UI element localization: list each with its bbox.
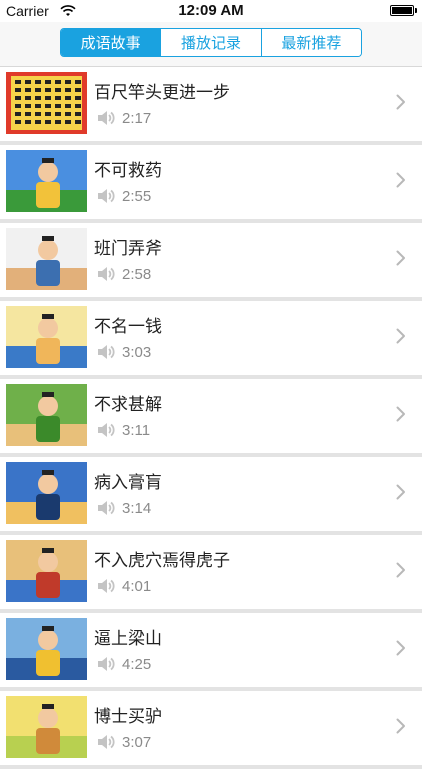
clock: 12:09 AM [178,2,244,19]
story-thumbnail [6,228,87,290]
list-item[interactable]: 博士买驴 3:07 [0,691,422,769]
story-thumbnail [6,462,87,524]
duration-group: 2:55 [96,187,151,205]
list-item[interactable]: 百尺竿头更进一步 2:17 [0,67,422,145]
chevron-right-icon[interactable] [396,484,406,500]
duration-group: 4:01 [96,577,151,595]
speaker-icon [98,267,115,281]
story-thumbnail [6,306,87,368]
chevron-right-icon[interactable] [396,562,406,578]
list-item[interactable]: 不求甚解 3:11 [0,379,422,457]
battery-nub [415,8,417,13]
story-title: 百尺竿头更进一步 [94,83,230,103]
speaker-icon [98,423,115,437]
story-duration: 4:01 [122,577,152,595]
story-title: 博士买驴 [94,707,162,727]
chevron-right-icon[interactable] [396,328,406,344]
story-title: 不求甚解 [94,395,162,415]
status-bar: Carrier 12:09 AM [0,0,422,22]
speaker-icon [98,579,115,593]
duration-group: 3:14 [96,499,151,517]
story-list: 百尺竿头更进一步 2:17 不可救药 2:55 班门弄斧 2:58 不名一钱 3:03 不求甚解… [0,67,422,769]
story-title: 病入膏肓 [94,473,162,493]
chevron-right-icon[interactable] [396,640,406,656]
chevron-right-icon[interactable] [396,406,406,422]
story-duration: 3:11 [122,421,151,439]
story-thumbnail [6,696,87,758]
duration-group: 2:58 [96,265,151,283]
list-item[interactable]: 逼上梁山 4:25 [0,613,422,691]
story-thumbnail [6,618,87,680]
tab-idiom-stories[interactable]: 成语故事 [61,29,161,56]
story-title: 班门弄斧 [94,239,162,259]
story-duration: 2:58 [122,265,152,283]
story-thumbnail [6,72,87,134]
duration-group: 2:17 [96,109,151,127]
story-duration: 2:55 [122,187,152,205]
story-title: 不名一钱 [94,317,162,337]
speaker-icon [98,501,115,515]
story-duration: 3:07 [122,733,152,751]
duration-group: 3:11 [96,421,150,439]
top-nav: 成语故事 播放记录 最新推荐 [0,22,422,67]
list-item[interactable]: 病入膏肓 3:14 [0,457,422,535]
list-item[interactable]: 不入虎穴焉得虎子 4:01 [0,535,422,613]
duration-group: 3:03 [96,343,151,361]
chevron-right-icon[interactable] [396,250,406,266]
chevron-right-icon[interactable] [396,94,406,110]
story-title: 不可救药 [94,161,162,181]
list-item[interactable]: 班门弄斧 2:58 [0,223,422,301]
story-duration: 3:14 [122,499,152,517]
speaker-icon [98,735,115,749]
chevron-right-icon[interactable] [396,718,406,734]
story-title: 不入虎穴焉得虎子 [94,551,230,571]
speaker-icon [98,189,115,203]
duration-group: 3:07 [96,733,151,751]
story-duration: 2:17 [122,109,152,127]
segmented-control: 成语故事 播放记录 最新推荐 [60,28,362,57]
speaker-icon [98,657,115,671]
speaker-icon [98,111,115,125]
speaker-icon [98,345,115,359]
story-title: 逼上梁山 [94,629,162,649]
story-thumbnail [6,384,87,446]
story-duration: 4:25 [122,655,152,673]
tab-latest-recommend[interactable]: 最新推荐 [260,29,361,56]
story-duration: 3:03 [122,343,152,361]
story-thumbnail [6,540,87,602]
chevron-right-icon[interactable] [396,172,406,188]
tab-play-history[interactable]: 播放记录 [160,29,261,56]
story-thumbnail [6,150,87,212]
battery-icon [390,5,414,16]
list-item[interactable]: 不可救药 2:55 [0,145,422,223]
list-item[interactable]: 不名一钱 3:03 [0,301,422,379]
duration-group: 4:25 [96,655,151,673]
